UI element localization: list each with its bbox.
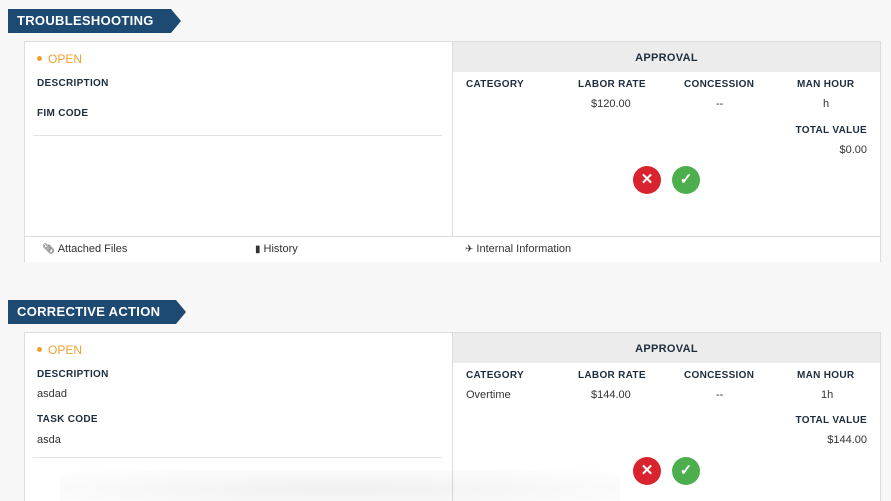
labor-rate-value: $120.00 — [591, 98, 631, 110]
man-hour-value: h — [823, 98, 830, 110]
troubleshooting-details: OPEN DESCRIPTION FIM CODE — [25, 42, 453, 236]
reject-button[interactable]: ✕ — [633, 166, 661, 194]
approve-button[interactable]: ✓ — [672, 166, 700, 194]
labor-rate-header: LABOR RATE — [578, 370, 646, 381]
check-circle-icon: ✓ — [679, 171, 693, 188]
approve-button[interactable]: ✓ — [672, 457, 700, 485]
plane-icon: ✈ — [465, 244, 474, 255]
approval-title: APPROVAL — [453, 333, 880, 363]
corrective-action-title: CORRECTIVE ACTION — [17, 304, 161, 319]
man-hour-header: MAN HOUR — [797, 370, 855, 381]
description-label: DESCRIPTION — [37, 369, 109, 380]
internal-information-label: Internal Information — [476, 243, 572, 255]
troubleshooting-title: TROUBLESHOOTING — [17, 13, 154, 28]
bottom-shadow — [60, 470, 620, 501]
internal-information-link[interactable]: ✈ Internal Information — [465, 243, 571, 255]
attached-files-label: Attached Files — [57, 243, 128, 255]
task-code-label: TASK CODE — [37, 414, 98, 425]
approval-title: APPROVAL — [453, 42, 880, 72]
total-value: $0.00 — [839, 144, 867, 156]
status-badge: OPEN — [37, 52, 82, 66]
check-circle-icon: ✓ — [679, 462, 693, 479]
description-label: DESCRIPTION — [37, 78, 109, 89]
man-hour-header: MAN HOUR — [797, 79, 855, 90]
close-circle-icon: ✕ — [640, 171, 654, 188]
status-badge: OPEN — [37, 343, 82, 357]
total-value-label: TOTAL VALUE — [795, 415, 867, 426]
paperclip-icon: 📎︎ — [42, 244, 55, 255]
description-value: asdad — [37, 388, 67, 400]
troubleshooting-banner: TROUBLESHOOTING — [8, 9, 181, 33]
troubleshooting-footer: 📎︎ Attached Files ▮ History ✈ Internal Info… — [25, 236, 880, 262]
concession-value: -- — [716, 389, 724, 401]
history-link[interactable]: ▮ History — [255, 243, 298, 255]
status-text: OPEN — [48, 52, 83, 66]
total-value: $144.00 — [827, 434, 867, 446]
divider — [33, 135, 442, 136]
book-icon: ▮ — [255, 244, 261, 255]
labor-rate-value: $144.00 — [591, 389, 631, 401]
fim-code-label: FIM CODE — [37, 108, 89, 119]
status-dot-icon — [37, 347, 42, 353]
reject-button[interactable]: ✕ — [633, 457, 661, 485]
concession-value: -- — [716, 98, 724, 110]
troubleshooting-card: OPEN DESCRIPTION FIM CODE APPROVAL CATEG… — [24, 41, 881, 262]
close-circle-icon: ✕ — [640, 462, 654, 479]
task-code-value: asda — [37, 434, 61, 446]
attached-files-link[interactable]: 📎︎ Attached Files — [42, 243, 127, 255]
troubleshooting-approval-panel: APPROVAL CATEGORY LABOR RATE CONCESSION … — [453, 42, 880, 236]
category-value: Overtime — [466, 389, 511, 401]
concession-header: CONCESSION — [684, 79, 755, 90]
category-header: CATEGORY — [466, 79, 524, 90]
history-label: History — [263, 243, 298, 255]
divider — [33, 457, 442, 458]
category-header: CATEGORY — [466, 370, 524, 381]
status-dot-icon — [37, 56, 42, 62]
concession-header: CONCESSION — [684, 370, 755, 381]
total-value-label: TOTAL VALUE — [795, 125, 867, 136]
status-text: OPEN — [48, 343, 83, 357]
corrective-action-banner: CORRECTIVE ACTION — [8, 300, 186, 324]
man-hour-value: 1h — [821, 389, 834, 401]
labor-rate-header: LABOR RATE — [578, 79, 646, 90]
